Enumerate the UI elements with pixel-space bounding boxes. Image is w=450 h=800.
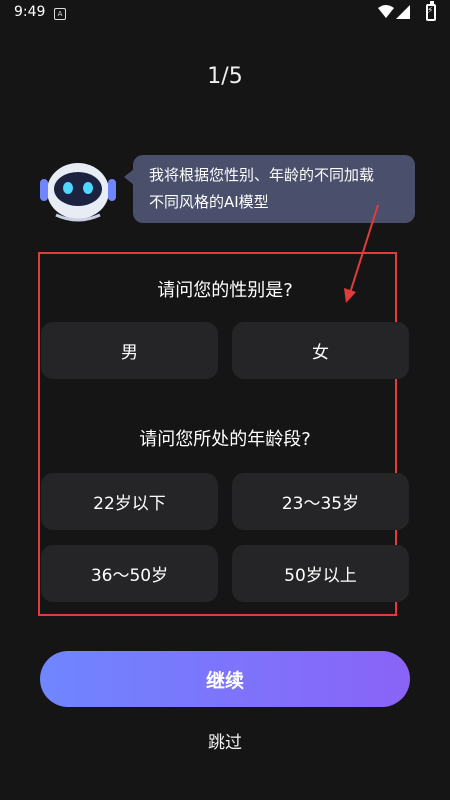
gender-option-male[interactable]: 男	[41, 322, 218, 379]
skip-link[interactable]: 跳过	[0, 728, 450, 753]
wifi-icon	[378, 5, 394, 18]
age-option-23-35[interactable]: 23～35岁	[232, 473, 409, 530]
gender-question: 请问您的性别是?	[157, 280, 293, 301]
assistant-message-bubble: 我将根据您性别、年龄的不同加载 不同风格的AI模型	[124, 155, 415, 223]
gender-option-female[interactable]: 女	[232, 322, 409, 379]
age-question: 请问您所处的年龄段?	[139, 429, 311, 450]
age-option-over-50[interactable]: 50岁以上	[232, 545, 409, 602]
robot-avatar-icon	[40, 163, 116, 222]
age-option-under-22[interactable]: 22岁以下	[41, 473, 218, 530]
assistant-message-line2: 不同风格的AI模型	[149, 193, 269, 211]
assistant-message-line1: 我将根据您性别、年龄的不同加载	[149, 166, 375, 184]
signal-icon	[396, 5, 410, 19]
status-time: 9:49	[14, 4, 46, 20]
status-bar: 9:49 A	[0, 0, 450, 28]
continue-button[interactable]: 继续	[40, 651, 410, 707]
a-badge-icon: A	[54, 8, 66, 20]
battery-charging-icon	[426, 1, 436, 21]
progress-indicator: 1/5	[207, 64, 243, 89]
age-option-36-50[interactable]: 36～50岁	[41, 545, 218, 602]
